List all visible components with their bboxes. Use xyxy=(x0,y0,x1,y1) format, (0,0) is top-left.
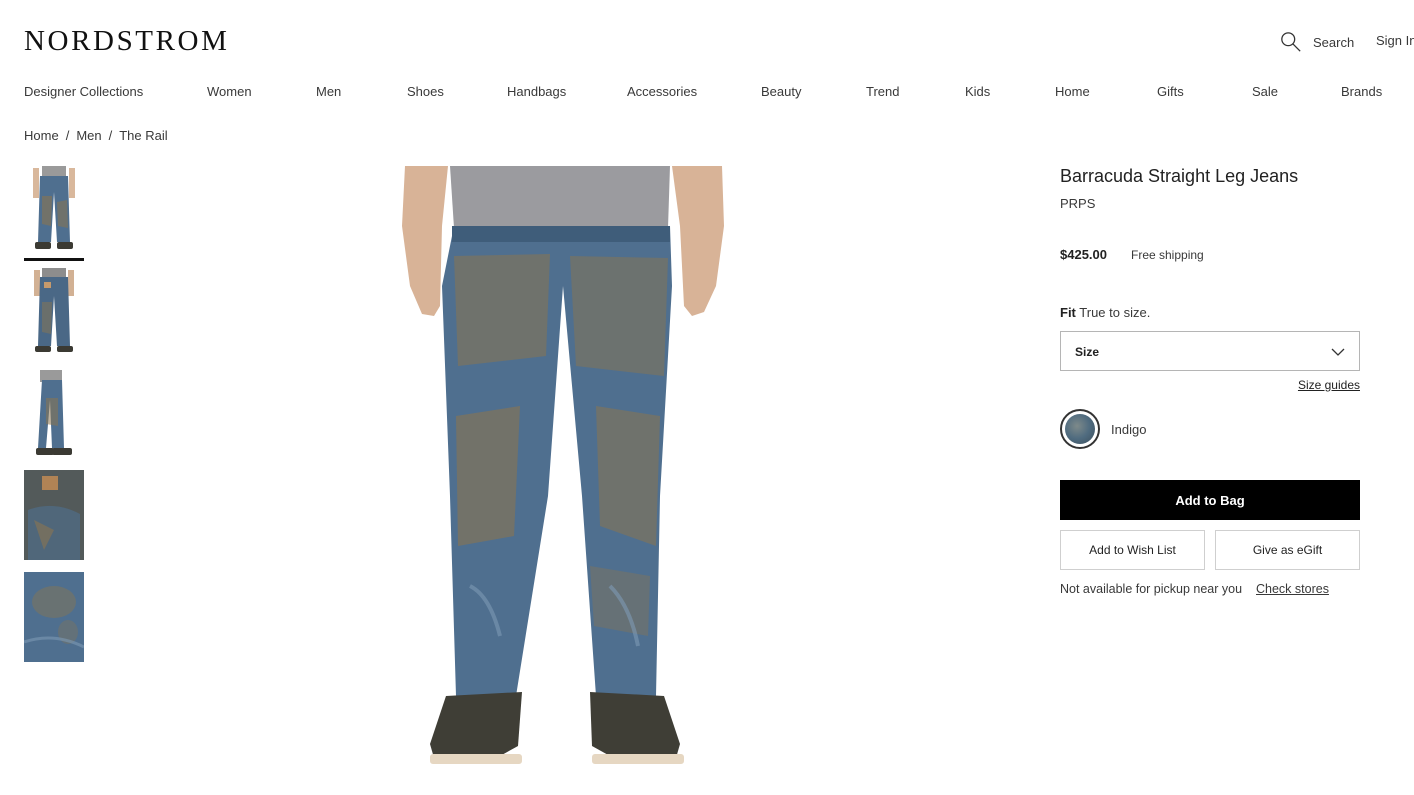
sign-in-link[interactable]: Sign In xyxy=(1376,33,1414,48)
breadcrumb: Home / Men / The Rail xyxy=(24,128,168,143)
nav-item-women[interactable]: Women xyxy=(207,84,252,99)
active-thumbnail-indicator xyxy=(24,258,84,261)
pocket-detail-thumbnail xyxy=(24,470,84,560)
product-title: Barracuda Straight Leg Jeans xyxy=(1060,166,1299,186)
thumb-side[interactable] xyxy=(24,370,84,458)
size-guides-link[interactable]: Size guides xyxy=(1298,378,1360,392)
breadcrumb-the-rail[interactable]: The Rail xyxy=(119,128,167,143)
nav-item-shoes[interactable]: Shoes xyxy=(407,84,444,99)
thumb-fabric-detail[interactable] xyxy=(24,572,84,662)
nordstrom-logo[interactable]: NORDSTROM xyxy=(24,25,230,57)
selected-color-name: Indigo xyxy=(1111,422,1147,437)
nav-item-sale[interactable]: Sale xyxy=(1252,84,1278,99)
nav-item-kids[interactable]: Kids xyxy=(965,84,990,99)
product-brand-link[interactable]: PRPS xyxy=(1060,196,1095,211)
nav-item-accessories[interactable]: Accessories xyxy=(627,84,697,99)
search-button[interactable]: Search xyxy=(1280,30,1354,54)
breadcrumb-men[interactable]: Men xyxy=(76,128,101,143)
fit-label: Fit xyxy=(1060,305,1076,320)
breadcrumb-separator: / xyxy=(108,128,113,143)
give-as-egift-button[interactable]: Give as eGift xyxy=(1215,530,1360,570)
main-nav: Designer Collections Women Men Shoes Han… xyxy=(0,80,1414,104)
color-swatch-indigo[interactable] xyxy=(1060,409,1100,449)
nav-item-gifts[interactable]: Gifts xyxy=(1157,84,1184,99)
chevron-down-icon xyxy=(1331,348,1345,356)
pickup-availability-text: Not available for pickup near you xyxy=(1060,582,1243,596)
breadcrumb-home[interactable]: Home xyxy=(24,128,59,143)
jeans-back-thumbnail xyxy=(34,268,74,352)
site-header: NORDSTROM Search Sign In xyxy=(0,0,1414,70)
thumb-back[interactable] xyxy=(24,268,84,356)
add-to-wish-list-button[interactable]: Add to Wish List xyxy=(1060,530,1205,570)
thumb-front[interactable] xyxy=(24,166,84,254)
jeans-product-image xyxy=(402,166,724,764)
main-product-image[interactable] xyxy=(350,166,750,795)
nav-item-handbags[interactable]: Handbags xyxy=(507,84,566,99)
size-select[interactable]: Size xyxy=(1060,331,1360,371)
fit-info: Fit True to size. xyxy=(1060,305,1150,320)
thumb-pocket-detail[interactable] xyxy=(24,470,84,560)
breadcrumb-separator: / xyxy=(65,128,70,143)
product-price: $425.00 xyxy=(1060,247,1107,262)
nav-item-designer-collections[interactable]: Designer Collections xyxy=(24,84,143,99)
nav-item-men[interactable]: Men xyxy=(316,84,341,99)
nav-item-trend[interactable]: Trend xyxy=(866,84,899,99)
fabric-detail-thumbnail xyxy=(24,572,84,662)
nav-item-brands[interactable]: Brands xyxy=(1341,84,1382,99)
search-label: Search xyxy=(1313,34,1355,50)
shipping-info: Free shipping xyxy=(1131,248,1204,262)
add-to-bag-button[interactable]: Add to Bag xyxy=(1060,480,1360,520)
nav-item-beauty[interactable]: Beauty xyxy=(761,84,801,99)
check-stores-link[interactable]: Check stores xyxy=(1256,582,1329,596)
nav-item-home[interactable]: Home xyxy=(1055,84,1090,99)
size-select-label: Size xyxy=(1075,345,1100,359)
jeans-side-thumbnail xyxy=(36,370,72,455)
jeans-front-thumbnail xyxy=(33,166,75,249)
swatch-fill xyxy=(1065,414,1095,444)
fit-value: True to size. xyxy=(1079,305,1151,320)
search-icon xyxy=(1281,32,1301,52)
